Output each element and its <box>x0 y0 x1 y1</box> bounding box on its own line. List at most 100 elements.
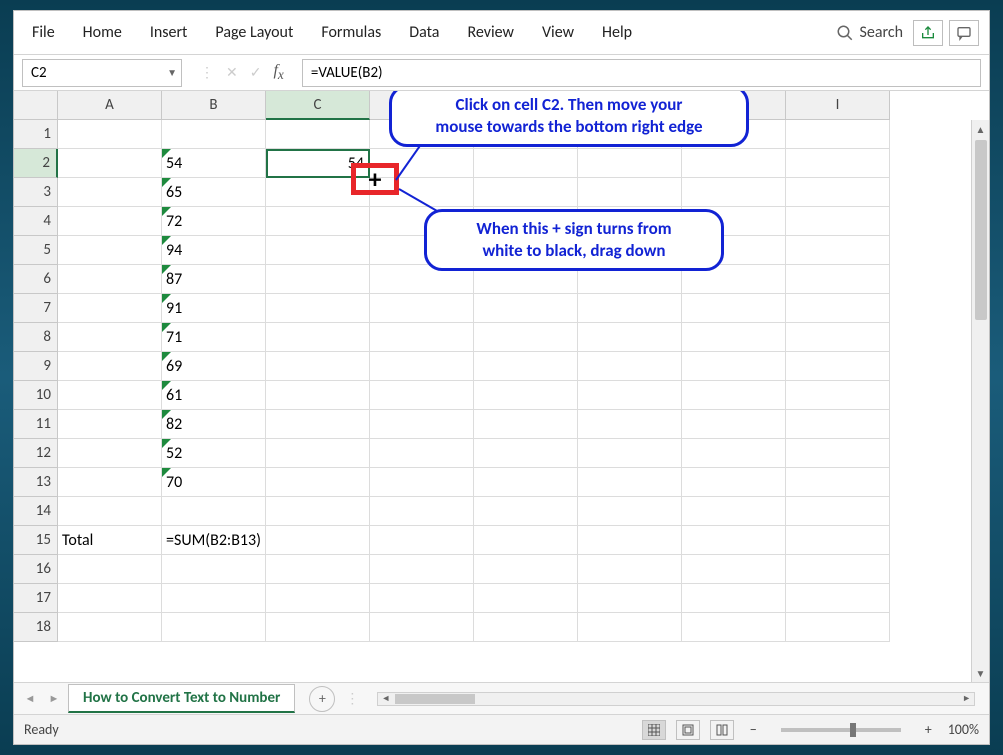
row-header-14[interactable]: 14 <box>14 497 58 526</box>
cell-i14[interactable] <box>786 497 890 526</box>
row-header-15[interactable]: 15 <box>14 526 58 555</box>
cell-h8[interactable] <box>682 323 786 352</box>
search-box[interactable]: Search <box>826 23 914 42</box>
cell-e8[interactable] <box>474 323 578 352</box>
cell-b17[interactable] <box>162 584 266 613</box>
scrollbar-thumb[interactable] <box>975 140 987 320</box>
cell-a13[interactable] <box>58 468 162 497</box>
cell-c3[interactable] <box>266 178 370 207</box>
cell-d18[interactable] <box>370 613 474 642</box>
cell-f9[interactable] <box>578 352 682 381</box>
sheet-tab-active[interactable]: How to Convert Text to Number <box>68 684 295 713</box>
cell-f15[interactable] <box>578 526 682 555</box>
cell-c18[interactable] <box>266 613 370 642</box>
formula-input[interactable]: =VALUE(B2) <box>302 59 981 87</box>
cell-i7[interactable] <box>786 294 890 323</box>
select-all-corner[interactable] <box>14 91 58 120</box>
menu-insert[interactable]: Insert <box>136 15 202 50</box>
cell-f13[interactable] <box>578 468 682 497</box>
row-header-17[interactable]: 17 <box>14 584 58 613</box>
cell-a9[interactable] <box>58 352 162 381</box>
cell-i2[interactable] <box>786 149 890 178</box>
comments-button[interactable] <box>949 20 979 46</box>
row-header-4[interactable]: 4 <box>14 207 58 236</box>
row-header-3[interactable]: 3 <box>14 178 58 207</box>
cell-e7[interactable] <box>474 294 578 323</box>
cell-b18[interactable] <box>162 613 266 642</box>
cell-b12[interactable]: 52 <box>162 439 266 468</box>
tab-nav-next[interactable]: ► <box>44 692 64 705</box>
cell-e17[interactable] <box>474 584 578 613</box>
cell-a16[interactable] <box>58 555 162 584</box>
cell-d16[interactable] <box>370 555 474 584</box>
cell-f3[interactable] <box>578 178 682 207</box>
confirm-icon[interactable]: ✓ <box>250 64 262 81</box>
menu-data[interactable]: Data <box>395 15 453 50</box>
cell-e18[interactable] <box>474 613 578 642</box>
menu-review[interactable]: Review <box>453 15 528 50</box>
horizontal-scrollbar[interactable] <box>377 692 975 706</box>
cell-c11[interactable] <box>266 410 370 439</box>
cell-e12[interactable] <box>474 439 578 468</box>
cell-f18[interactable] <box>578 613 682 642</box>
name-box-dropdown-icon[interactable]: ▼ <box>167 66 177 79</box>
row-header-8[interactable]: 8 <box>14 323 58 352</box>
cell-i12[interactable] <box>786 439 890 468</box>
cell-a3[interactable] <box>58 178 162 207</box>
cell-e13[interactable] <box>474 468 578 497</box>
cell-i3[interactable] <box>786 178 890 207</box>
menu-file[interactable]: File <box>18 15 69 50</box>
cell-d2[interactable] <box>370 149 474 178</box>
cell-c10[interactable] <box>266 381 370 410</box>
cell-h9[interactable] <box>682 352 786 381</box>
cell-c6[interactable] <box>266 265 370 294</box>
cell-a4[interactable] <box>58 207 162 236</box>
cell-d17[interactable] <box>370 584 474 613</box>
cell-c9[interactable] <box>266 352 370 381</box>
cell-d12[interactable] <box>370 439 474 468</box>
view-page-layout-button[interactable] <box>676 720 700 740</box>
cell-a11[interactable] <box>58 410 162 439</box>
cell-h12[interactable] <box>682 439 786 468</box>
cell-f8[interactable] <box>578 323 682 352</box>
cell-b8[interactable]: 71 <box>162 323 266 352</box>
zoom-slider[interactable] <box>781 728 901 732</box>
row-header-12[interactable]: 12 <box>14 439 58 468</box>
cell-c16[interactable] <box>266 555 370 584</box>
scroll-up-icon[interactable]: ▲ <box>976 120 986 138</box>
hscroll-thumb[interactable] <box>395 694 475 704</box>
cell-h17[interactable] <box>682 584 786 613</box>
cell-a10[interactable] <box>58 381 162 410</box>
cell-h13[interactable] <box>682 468 786 497</box>
cell-b7[interactable]: 91 <box>162 294 266 323</box>
cell-b13[interactable]: 70 <box>162 468 266 497</box>
cell-c8[interactable] <box>266 323 370 352</box>
cell-c13[interactable] <box>266 468 370 497</box>
cell-b6[interactable]: 87 <box>162 265 266 294</box>
cell-b9[interactable]: 69 <box>162 352 266 381</box>
vertical-scrollbar[interactable]: ▲ ▼ <box>971 120 989 682</box>
row-header-18[interactable]: 18 <box>14 613 58 642</box>
col-header-b[interactable]: B <box>162 91 266 120</box>
cell-a17[interactable] <box>58 584 162 613</box>
cell-c17[interactable] <box>266 584 370 613</box>
cell-c14[interactable] <box>266 497 370 526</box>
cell-h16[interactable] <box>682 555 786 584</box>
cell-f2[interactable] <box>578 149 682 178</box>
cell-i18[interactable] <box>786 613 890 642</box>
menu-page-layout[interactable]: Page Layout <box>201 15 307 50</box>
cell-h3[interactable] <box>682 178 786 207</box>
cell-f17[interactable] <box>578 584 682 613</box>
cell-d10[interactable] <box>370 381 474 410</box>
cell-h14[interactable] <box>682 497 786 526</box>
cell-b3[interactable]: 65 <box>162 178 266 207</box>
cell-f10[interactable] <box>578 381 682 410</box>
cell-d8[interactable] <box>370 323 474 352</box>
cell-a12[interactable] <box>58 439 162 468</box>
col-header-c[interactable]: C <box>266 91 370 120</box>
row-header-13[interactable]: 13 <box>14 468 58 497</box>
cell-b1[interactable] <box>162 120 266 149</box>
cell-h15[interactable] <box>682 526 786 555</box>
zoom-out-button[interactable]: − <box>744 721 763 738</box>
cell-f11[interactable] <box>578 410 682 439</box>
